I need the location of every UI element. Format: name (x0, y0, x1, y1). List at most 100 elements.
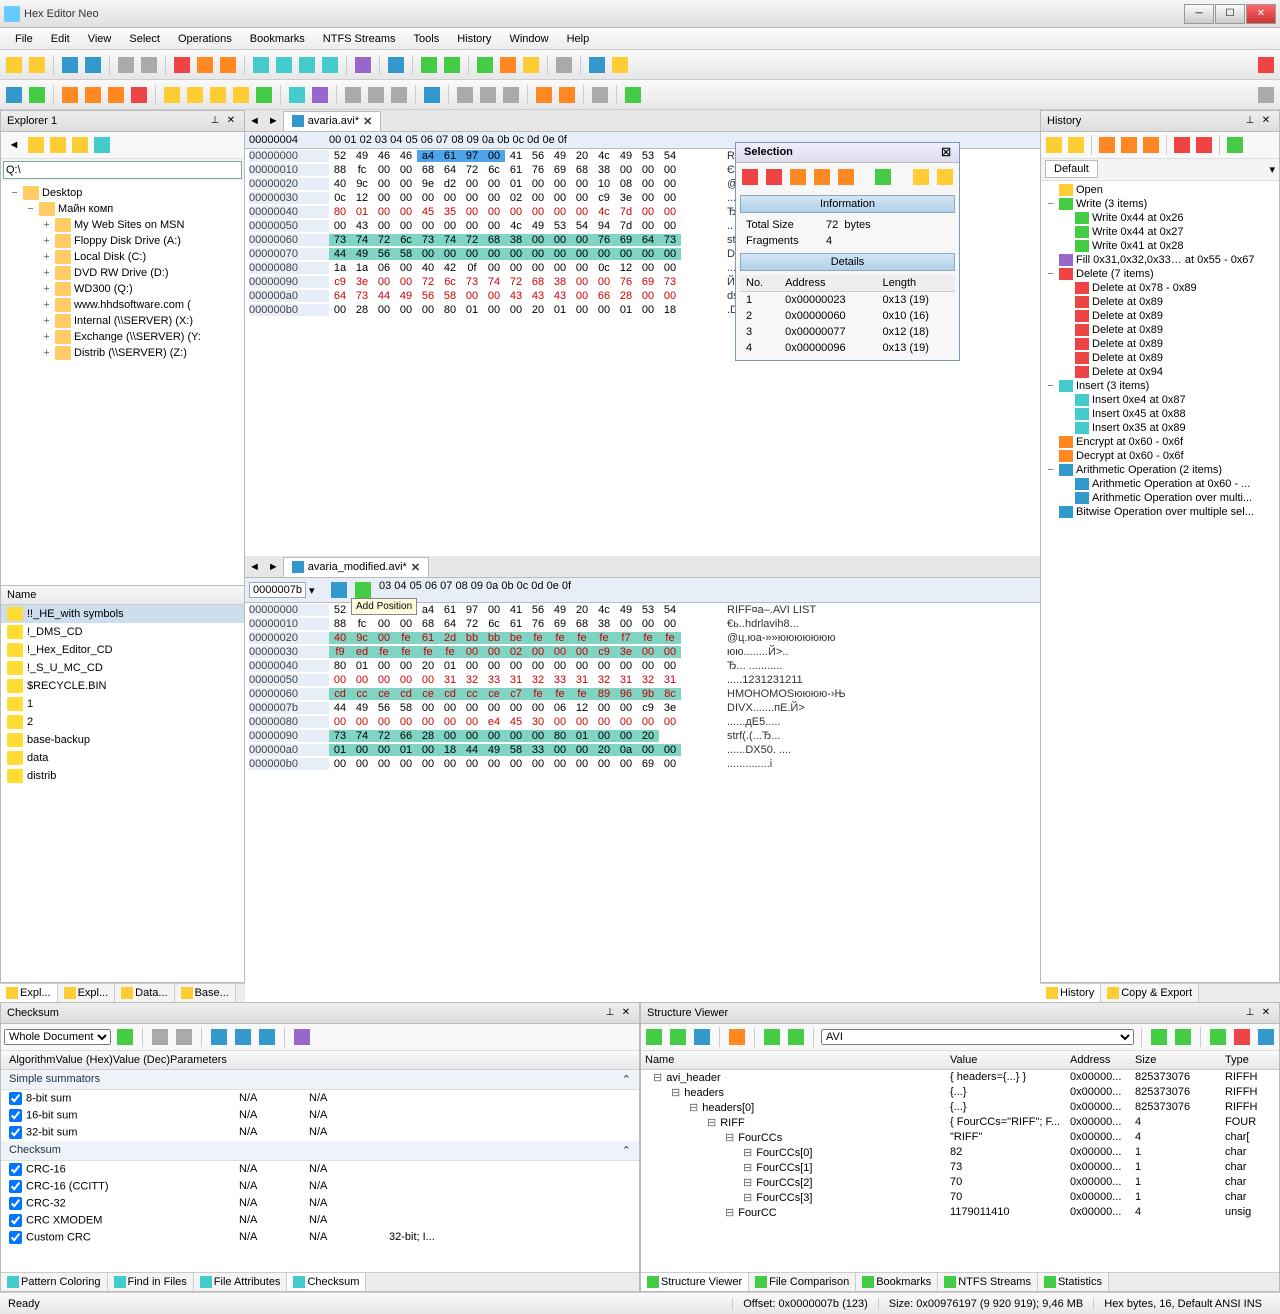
sel-btn7[interactable] (911, 167, 931, 187)
refresh-button[interactable] (48, 135, 68, 155)
file-item[interactable]: distrib (1, 767, 244, 785)
chk-btn3[interactable] (174, 1027, 194, 1047)
file-item[interactable]: !!_HE_with symbols (1, 605, 244, 623)
op1-button[interactable] (455, 85, 475, 105)
info-button[interactable] (587, 55, 607, 75)
history-item[interactable]: Delete at 0x89 (1043, 295, 1277, 309)
history-item[interactable]: −Arithmetic Operation (2 items) (1043, 463, 1277, 477)
hex-row[interactable]: 000000b000000000000000000000000000006900… (245, 757, 1040, 771)
file-item[interactable]: 1 (1, 695, 244, 713)
file-item[interactable]: $RECYCLE.BIN (1, 677, 244, 695)
struct-row[interactable]: ⊟headers[0]{...}0x00000...825373076RIFFH (641, 1100, 1279, 1115)
preview-button[interactable] (139, 55, 159, 75)
key-button[interactable] (554, 55, 574, 75)
sv-btn4[interactable] (727, 1027, 747, 1047)
sel-btn4[interactable] (812, 167, 832, 187)
struct-scheme-select[interactable]: AVI (821, 1029, 1134, 1045)
prev-tab-button[interactable]: ◄ (245, 115, 264, 127)
edit3-button[interactable] (106, 85, 126, 105)
explorer-tab[interactable]: Expl... (0, 984, 58, 1002)
copy-button[interactable] (195, 55, 215, 75)
file-item[interactable]: data (1, 749, 244, 767)
tab-close-button[interactable]: ✕ (363, 115, 372, 128)
sel-btn6[interactable] (873, 167, 893, 187)
op3-button[interactable] (501, 85, 521, 105)
struct-row[interactable]: ⊟FourCCs[0]820x00000...1char (641, 1145, 1279, 1160)
history-item[interactable]: −Write (3 items) (1043, 197, 1277, 211)
tab-menu[interactable]: ▾ (1269, 163, 1275, 176)
sel-btn1[interactable] (740, 167, 760, 187)
struct-row[interactable]: ⊟FourCCs"RIFF"0x00000...4char[ (641, 1130, 1279, 1145)
selection-close-button[interactable]: ☒ (941, 146, 951, 159)
edit2-button[interactable] (83, 85, 103, 105)
checksum-tab[interactable]: Find in Files (108, 1273, 194, 1291)
close-panel-button[interactable]: ✕ (1259, 114, 1273, 128)
edit1-button[interactable] (60, 85, 80, 105)
findnext-button[interactable] (366, 85, 386, 105)
history-item[interactable]: Delete at 0x78 - 0x89 (1043, 281, 1277, 295)
history-item[interactable]: Insert 0x35 at 0x89 (1043, 421, 1277, 435)
goto-button[interactable] (287, 85, 307, 105)
tree-node[interactable]: +Local Disk (C:) (5, 249, 240, 265)
sel-btn2[interactable] (764, 167, 784, 187)
struct-col[interactable]: Size (1135, 1054, 1225, 1066)
chk-sigma3[interactable] (257, 1027, 277, 1047)
hist-btn6[interactable] (1172, 135, 1192, 155)
history-item[interactable]: Fill 0x31,0x32,0x33… at 0x55 - 0x67 (1043, 253, 1277, 267)
structure-tab[interactable]: Bookmarks (856, 1273, 938, 1291)
sv-btn2[interactable] (668, 1027, 688, 1047)
chk-run-button[interactable] (115, 1027, 135, 1047)
help-button[interactable] (419, 55, 439, 75)
chk-export[interactable] (292, 1027, 312, 1047)
history-item[interactable]: Write 0x44 at 0x27 (1043, 225, 1277, 239)
history-item[interactable]: Arithmetic Operation at 0x60 - ... (1043, 477, 1277, 491)
hist-btn4[interactable] (1119, 135, 1139, 155)
tree-node[interactable]: +Internal (\\SERVER) (X:) (5, 313, 240, 329)
hex-row[interactable]: 0000007b4449565800000000000006120000c93e… (245, 701, 1040, 715)
file-item[interactable]: !_S_U_MC_CD (1, 659, 244, 677)
hex-row[interactable]: 00000020409c00fe612dbbbbbefefefefef7fefe… (245, 631, 1040, 645)
chk-sigma2[interactable] (233, 1027, 253, 1047)
next-tab-button[interactable]: ► (264, 115, 283, 127)
sv-btn8[interactable] (1173, 1027, 1193, 1047)
history-tab-default[interactable]: Default (1045, 160, 1098, 178)
print-button[interactable] (116, 55, 136, 75)
hex-row[interactable]: 0000001088fc00006864726c6176696838000000… (245, 617, 1040, 631)
hist-btn1[interactable] (1044, 135, 1064, 155)
newfolder-button[interactable] (70, 135, 90, 155)
sv-btn10[interactable] (1232, 1027, 1252, 1047)
hex-row[interactable]: 0000004080010000200100000000000000000000… (245, 659, 1040, 673)
tool5-button[interactable] (254, 85, 274, 105)
menu-window[interactable]: Window (500, 30, 557, 48)
view1-button[interactable] (251, 55, 271, 75)
pin-icon[interactable]: ⊥ (208, 114, 222, 128)
addr-dropdown[interactable]: ▾ (306, 584, 318, 597)
view3-button[interactable] (297, 55, 317, 75)
chk-row[interactable]: 32-bit sumN/AN/A (1, 1124, 639, 1141)
tab-close-button[interactable]: ✕ (411, 561, 420, 574)
globe-button[interactable] (475, 55, 495, 75)
hex-tab-2[interactable]: avaria_modified.avi* ✕ (283, 557, 429, 577)
pin-icon[interactable]: ⊥ (1243, 1006, 1257, 1020)
next-tab2-button[interactable]: ► (264, 561, 283, 573)
menu-help[interactable]: Help (558, 30, 599, 48)
prev-tab2-button[interactable]: ◄ (245, 561, 264, 573)
history-tab[interactable]: History (1040, 984, 1101, 1002)
sv-btn6[interactable] (786, 1027, 806, 1047)
explorer-tab[interactable]: Base... (175, 984, 236, 1002)
hist-btn5[interactable] (1141, 135, 1161, 155)
menu-view[interactable]: View (79, 30, 121, 48)
structure-tab[interactable]: Structure Viewer (641, 1273, 749, 1291)
history-item[interactable]: Insert 0x45 at 0x88 (1043, 407, 1277, 421)
chk-group[interactable]: Simple summators⌃ (1, 1070, 639, 1090)
struct-row[interactable]: ⊟RIFF{ FourCCs="RIFF"; F...0x00000...4FO… (641, 1115, 1279, 1130)
struct-row[interactable]: ⊟FourCCs[2]700x00000...1char (641, 1175, 1279, 1190)
paste-button[interactable] (218, 55, 238, 75)
history-item[interactable]: Delete at 0x89 (1043, 337, 1277, 351)
tree-node[interactable]: +DVD RW Drive (D:) (5, 265, 240, 281)
close-panel-button[interactable]: ✕ (619, 1006, 633, 1020)
maximize-button[interactable]: ☐ (1215, 4, 1245, 24)
chk-row[interactable]: 8-bit sumN/AN/A (1, 1090, 639, 1107)
explorer-tab[interactable]: Expl... (58, 984, 116, 1002)
tool2-button[interactable] (185, 85, 205, 105)
